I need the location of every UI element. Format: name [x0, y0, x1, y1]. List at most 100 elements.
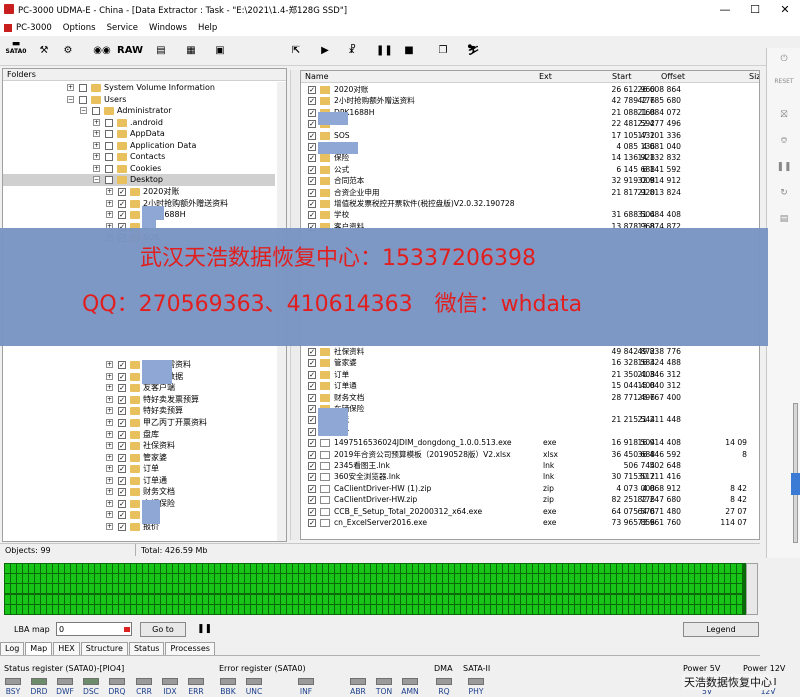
file-row[interactable]: ✓ 订单 21 350 408 21 346 312 [301, 369, 759, 380]
file-checkbox[interactable]: ✓ [308, 473, 316, 482]
col-size[interactable]: Siz [749, 71, 759, 83]
lba-block-map[interactable] [4, 563, 746, 615]
reset-icon[interactable]: RESET [771, 78, 797, 85]
file-checkbox[interactable]: ✓ [308, 154, 316, 163]
tree-checkbox[interactable] [105, 130, 113, 139]
goto-button[interactable]: Go to [140, 622, 186, 637]
file-row[interactable]: ✓ 360安全浏览器.lnk lnk 30 715 512 30 711 416 [301, 471, 759, 482]
tree-checkbox[interactable]: ✓ [118, 465, 126, 474]
pause-strip-icon[interactable]: ❚❚ [771, 162, 797, 172]
tree-row[interactable]: +✓新EBR数据 [3, 371, 275, 383]
file-row[interactable]: ✓ CaClientDriver-HW (1).zip zip 4 073 008 4 … [301, 483, 759, 494]
tree-expander-icon[interactable]: + [106, 418, 113, 426]
tab-processes[interactable]: Processes [165, 642, 215, 655]
file-row[interactable]: ✓ DPK1688H 21 088 168 21 084 072 [301, 107, 759, 118]
file-row[interactable]: ✓ CCB_E_Setup_Total_20200312_x64.exe exe 64… [301, 506, 759, 517]
tab-hex[interactable]: HEX [53, 642, 80, 655]
file-row[interactable]: ✓ 管家婆 16 328 584 16 324 488 [301, 357, 759, 368]
maximize-button[interactable]: ☐ [740, 0, 770, 19]
file-checkbox[interactable]: ✓ [308, 359, 316, 368]
tree-expander-icon[interactable]: + [67, 84, 74, 91]
tree-row[interactable]: + ✓ 甲乙丙丁开票资料 [3, 417, 275, 429]
tree-checkbox[interactable] [105, 118, 113, 127]
tree-row[interactable]: +✓承兑所需资料 [3, 359, 275, 371]
tree-expander-icon[interactable]: + [106, 187, 113, 195]
file-checkbox[interactable]: ✓ [308, 86, 316, 94]
drive-icon[interactable]: ▤ [771, 214, 797, 224]
tree-row[interactable]: + ✓ 管家婆 [3, 452, 275, 464]
copy-icon[interactable]: ❐ [434, 40, 452, 62]
tree-expander-icon[interactable]: + [106, 372, 113, 380]
tree-expander-icon[interactable]: + [106, 465, 113, 473]
file-row[interactable]: ✓ 22 481 592 22 477 496 [301, 118, 759, 129]
tree-checkbox[interactable]: ✓ [118, 442, 126, 451]
tree-expander-icon[interactable]: + [106, 488, 113, 496]
tree-row[interactable]: + Cookies [3, 163, 275, 175]
tree-expander-icon[interactable]: − [80, 107, 87, 115]
file-row[interactable]: ✓ SOS 17 105 432 17 101 336 [301, 130, 759, 141]
menu-options[interactable]: Options [63, 23, 96, 33]
tree-row[interactable]: + ✓ 订单通 [3, 475, 275, 487]
tree-expander-icon[interactable]: + [106, 430, 113, 438]
tree-checkbox[interactable] [105, 141, 113, 150]
tree-row[interactable]: − Users [3, 94, 275, 106]
stop-icon[interactable]: ■ [402, 40, 416, 62]
tab-map[interactable]: Map [25, 642, 53, 655]
file-checkbox[interactable]: ✓ [308, 484, 316, 493]
tree-expander-icon[interactable]: + [106, 384, 113, 392]
tree-expander-icon[interactable]: + [106, 211, 113, 219]
tab-structure[interactable]: Structure [80, 642, 128, 655]
tree-checkbox[interactable] [105, 176, 113, 185]
file-checkbox[interactable]: ✓ [308, 200, 316, 208]
file-checkbox[interactable]: ✓ [308, 120, 316, 129]
connector-icon[interactable]: ⛝ [771, 110, 797, 120]
file-checkbox[interactable]: ✓ [308, 348, 316, 356]
run-icon[interactable]: ⛷ [464, 40, 482, 62]
properties-icon[interactable]: ▦ [180, 40, 202, 62]
file-row[interactable]: ✓ 财务文档 28 771 496 28 767 400 [301, 392, 759, 403]
file-row[interactable]: ✓ 增值税发票税控开票软件(税控盘版)V2.0.32.190728 [301, 198, 759, 209]
settings-icon[interactable]: ⚙ [58, 40, 78, 62]
legend-button[interactable]: Legend [683, 622, 759, 637]
tree-expander-icon[interactable]: + [93, 164, 100, 172]
file-row[interactable]: ✓ 合同范本 32 919 008 32 914 912 [301, 175, 759, 186]
file-checkbox[interactable]: ✓ [308, 519, 316, 527]
file-row[interactable]: ✓ cn_ExcelServer2016.exe exe 73 965 856 73 9… [301, 517, 759, 528]
map-pause-icon[interactable]: ❚❚ [197, 624, 212, 634]
file-row[interactable]: ✓ CaClientDriver-HW.zip zip 82 251 776 82 24… [301, 494, 759, 505]
tree-checkbox[interactable]: ✓ [118, 476, 126, 485]
tree-checkbox[interactable]: ✓ [118, 384, 126, 393]
minimize-button[interactable]: — [710, 0, 740, 19]
binoculars-icon[interactable]: ◉◉ [92, 40, 112, 62]
tree-checkbox[interactable]: ✓ [118, 187, 126, 196]
power-icon[interactable]: ⏻ [771, 54, 797, 64]
tree-row[interactable]: + Application Data [3, 140, 275, 152]
file-row[interactable]: ✓ 2019年合资公司预算模板（20190528版）V2.xlsx xlsx 36 4… [301, 449, 759, 460]
tree-checkbox[interactable]: ✓ [118, 453, 126, 462]
tree-expander-icon[interactable]: + [106, 442, 113, 450]
col-name[interactable]: Name [305, 71, 329, 83]
block-map-scrollbar[interactable] [746, 563, 758, 615]
file-checkbox[interactable]: ✓ [308, 131, 316, 140]
tree-expander-icon[interactable]: + [106, 361, 113, 369]
menu-windows[interactable]: Windows [149, 23, 187, 33]
tree-checkbox[interactable]: ✓ [118, 361, 126, 370]
tree-expander-icon[interactable]: + [106, 511, 113, 519]
tree-row[interactable]: + ✓ 社保资料 [3, 440, 275, 452]
menu-service[interactable]: Service [107, 23, 138, 33]
col-offset[interactable]: Offset [661, 71, 685, 83]
tree-checkbox[interactable]: ✓ [118, 372, 126, 381]
file-row[interactable]: ✓ 车辆保险 [301, 403, 759, 414]
network-icon[interactable]: ☧ [340, 40, 364, 62]
tree-expander-icon[interactable]: + [106, 453, 113, 461]
file-checkbox[interactable]: ✓ [308, 496, 316, 505]
tab-log[interactable]: Log [0, 642, 25, 655]
file-checkbox[interactable]: ✓ [308, 507, 316, 516]
menu-help[interactable]: Help [198, 23, 217, 33]
tab-status[interactable]: Status [128, 642, 165, 655]
file-checkbox[interactable]: ✓ [308, 108, 316, 117]
tree-checkbox[interactable] [105, 164, 113, 173]
tree-expander-icon[interactable]: − [67, 95, 74, 103]
pause-icon[interactable]: ❚❚ [376, 40, 393, 62]
tree-checkbox[interactable]: ✓ [118, 488, 126, 497]
